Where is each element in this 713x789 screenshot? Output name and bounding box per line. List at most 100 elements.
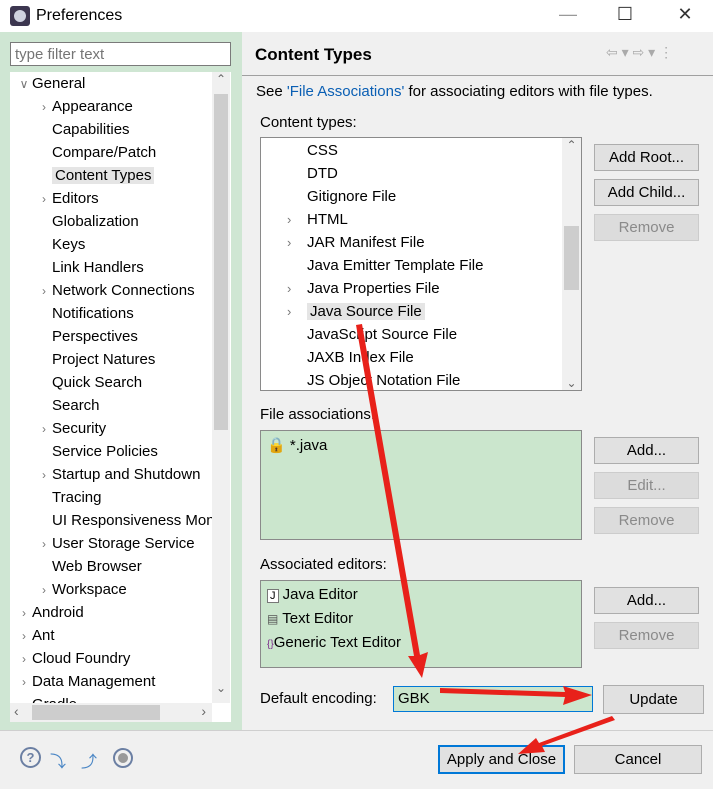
default-encoding-label: Default encoding:: [260, 690, 377, 707]
tree-item[interactable]: UI Responsiveness Monitoring: [36, 509, 231, 532]
remove-editor-button[interactable]: Remove: [594, 622, 699, 649]
content-type-item[interactable]: CSS: [287, 139, 338, 162]
apply-and-close-button[interactable]: Apply and Close: [438, 745, 565, 774]
chevron-right-icon[interactable]: ›: [36, 579, 52, 602]
tree-item-label: User Storage Service: [52, 535, 195, 552]
record-icon[interactable]: [113, 748, 133, 768]
tree-item[interactable]: Web Browser: [36, 555, 142, 578]
tree-item[interactable]: › Security: [36, 417, 106, 440]
divider: [242, 75, 713, 76]
maximize-button[interactable]: ☐: [610, 4, 640, 28]
content-type-item[interactable]: Java Emitter Template File: [287, 254, 483, 277]
content-type-label: Java Emitter Template File: [307, 257, 484, 274]
tree-item[interactable]: › Appearance: [36, 95, 133, 118]
content-type-item[interactable]: Gitignore File: [287, 185, 396, 208]
tree-item-label: Security: [52, 420, 107, 437]
chevron-right-icon[interactable]: ›: [36, 188, 52, 211]
tree-item[interactable]: Compare/Patch: [36, 141, 156, 164]
add-editor-button[interactable]: Add...: [594, 587, 699, 614]
tree-item[interactable]: Content Types: [36, 164, 155, 187]
tree-item[interactable]: Capabilities: [36, 118, 130, 141]
list-item[interactable]: 🔒 *.java: [267, 434, 327, 457]
tree-item[interactable]: › Android: [16, 601, 84, 624]
tree-item[interactable]: Search: [36, 394, 100, 417]
lock-icon: 🔒: [267, 437, 286, 454]
file-associations-link[interactable]: 'File Associations': [287, 83, 404, 100]
content-type-item[interactable]: JS Object Notation File: [287, 369, 460, 390]
content-types-scrollbar[interactable]: ⌃ ⌄: [562, 138, 581, 390]
content-type-item[interactable]: › JAR Manifest File: [287, 231, 425, 254]
chevron-right-icon[interactable]: ›: [287, 208, 307, 231]
chevron-right-icon[interactable]: ›: [16, 648, 32, 671]
chevron-right-icon[interactable]: ›: [36, 464, 52, 487]
content-type-item[interactable]: JavaScript Source File: [287, 323, 457, 346]
tree-item[interactable]: Quick Search: [36, 371, 142, 394]
add-root-button[interactable]: Add Root...: [594, 144, 699, 171]
tree-item-label: Service Policies: [52, 443, 158, 460]
chevron-right-icon[interactable]: ›: [36, 96, 52, 119]
content-type-item[interactable]: › Java Source File: [287, 300, 425, 323]
tree-item[interactable]: Keys: [36, 233, 85, 256]
tree-item[interactable]: › Editors: [36, 187, 99, 210]
content-types-label: Content types:: [260, 114, 357, 131]
list-item[interactable]: {}Generic Text Editor: [267, 631, 401, 654]
content-type-item[interactable]: DTD: [287, 162, 338, 185]
tree-item[interactable]: Link Handlers: [36, 256, 144, 279]
cancel-button[interactable]: Cancel: [574, 745, 702, 774]
tree-item[interactable]: Globalization: [36, 210, 139, 233]
remove-association-button[interactable]: Remove: [594, 507, 699, 534]
tree-item[interactable]: Project Natures: [36, 348, 155, 371]
filter-input[interactable]: [10, 42, 231, 66]
import-icon[interactable]: ⤵: [50, 748, 72, 771]
tree-item[interactable]: › Cloud Foundry: [16, 647, 130, 670]
history-nav[interactable]: ⇦ ▾ ⇨ ▾ ⋮: [606, 44, 673, 61]
tree-item[interactable]: › Data Management: [16, 670, 155, 693]
content-type-item[interactable]: JAXB Index File: [287, 346, 414, 369]
chevron-down-icon[interactable]: ∨: [16, 73, 32, 96]
minimize-button[interactable]: —: [553, 4, 583, 28]
chevron-right-icon[interactable]: ›: [16, 602, 32, 625]
tree-item[interactable]: › Ant: [16, 624, 55, 647]
close-button[interactable]: ✕: [670, 4, 700, 28]
tree-item[interactable]: Notifications: [36, 302, 134, 325]
tree-item-label: Startup and Shutdown: [52, 466, 201, 483]
tree-item[interactable]: › Workspace: [36, 578, 127, 601]
add-association-button[interactable]: Add...: [594, 437, 699, 464]
content-type-label: Java Properties File: [307, 280, 440, 297]
edit-association-button[interactable]: Edit...: [594, 472, 699, 499]
tree-item[interactable]: › Startup and Shutdown: [36, 463, 200, 486]
chevron-right-icon[interactable]: ›: [287, 231, 307, 254]
chevron-right-icon[interactable]: ›: [287, 300, 307, 323]
chevron-right-icon[interactable]: ›: [36, 533, 52, 556]
java-editor-icon: J: [267, 589, 279, 603]
tree-item[interactable]: Perspectives: [36, 325, 138, 348]
chevron-right-icon[interactable]: ›: [36, 280, 52, 303]
help-icon[interactable]: ?: [20, 747, 41, 768]
tree-item-label: Link Handlers: [52, 259, 144, 276]
chevron-right-icon[interactable]: ›: [16, 671, 32, 694]
tree-item-label: Appearance: [52, 98, 133, 115]
export-icon[interactable]: ⤴: [81, 748, 103, 771]
content-type-item[interactable]: › Java Properties File: [287, 277, 440, 300]
tree-item[interactable]: › Network Connections: [36, 279, 195, 302]
tree-item[interactable]: › User Storage Service: [36, 532, 195, 555]
tree-item[interactable]: Service Policies: [36, 440, 158, 463]
remove-content-type-button[interactable]: Remove: [594, 214, 699, 241]
add-child-button[interactable]: Add Child...: [594, 179, 699, 206]
chevron-right-icon[interactable]: ›: [287, 277, 307, 300]
content-type-item[interactable]: › HTML: [287, 208, 348, 231]
tree-item-label: Search: [52, 397, 100, 414]
default-encoding-input[interactable]: GBK: [393, 686, 593, 712]
list-item[interactable]: ▤ Text Editor: [267, 607, 353, 630]
tree-item[interactable]: ∨ General: [16, 72, 86, 96]
list-item[interactable]: J Java Editor: [267, 583, 358, 606]
chevron-right-icon[interactable]: ›: [36, 418, 52, 441]
tree-item-label: Android: [32, 604, 84, 621]
tree-horizontal-scrollbar[interactable]: ‹ ›: [10, 703, 212, 722]
tree-item-label: Quick Search: [52, 374, 143, 391]
tree-vertical-scrollbar[interactable]: ⌃ ⌄: [212, 72, 230, 703]
update-button[interactable]: Update: [603, 685, 704, 714]
content-type-label: JavaScript Source File: [307, 326, 458, 343]
chevron-right-icon[interactable]: ›: [16, 625, 32, 648]
tree-item[interactable]: Tracing: [36, 486, 101, 509]
